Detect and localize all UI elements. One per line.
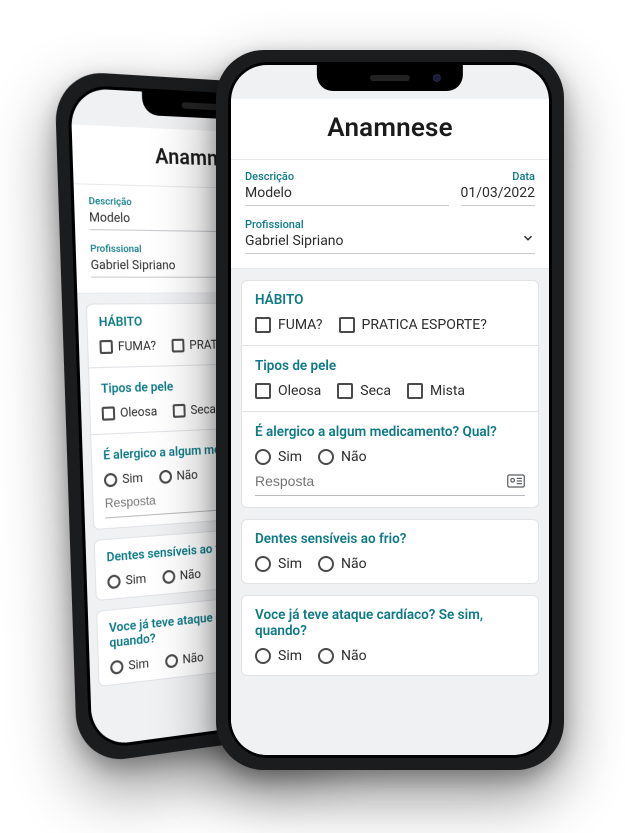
group-title-tipos-pele: Tipos de pele [255,358,525,374]
checkbox-label: FUMA? [118,338,157,354]
radio-label: Não [341,648,367,664]
radio-cardio-sim[interactable]: Sim [110,656,149,675]
group-title-cardio: Voce já teve ataque cardíaco? Se sim, qu… [255,607,525,639]
radio-label: Não [182,650,204,667]
header-fields: Descrição Modelo Data 01/03/2022 Profiss… [231,160,549,269]
radio-dentes-nao[interactable]: Não [162,566,201,584]
chevron-down-icon[interactable] [521,231,535,245]
data-label: Data [461,170,536,183]
checkbox-icon [99,339,113,353]
radio-cardio-nao[interactable]: Não [165,650,204,669]
checkbox-fuma[interactable]: FUMA? [255,317,323,333]
app-screen: Anamnese Descrição Modelo Data 01/03/202… [231,65,549,755]
card-cardio: Voce já teve ataque cardíaco? Se sim, qu… [241,595,539,676]
radio-icon [255,556,271,572]
group-title-dentes: Dentes sensíveis ao frio? [255,531,525,547]
checkbox-label: Oleosa [278,383,321,399]
group-title-habito: HÁBITO [255,292,525,308]
profissional-label: Profissional [245,218,535,231]
radio-alergia-sim[interactable]: Sim [104,470,143,487]
checkbox-oleosa[interactable]: Oleosa [255,383,321,399]
radio-icon [107,574,121,589]
radio-label: Sim [278,449,302,465]
device-notch [317,65,463,91]
checkbox-icon [173,403,186,417]
checkbox-seca[interactable]: Seca [173,402,216,418]
radio-label: Não [176,467,198,483]
checkbox-label: Oleosa [120,404,158,420]
radio-label: Sim [125,571,146,588]
radio-alergia-nao[interactable]: Não [159,467,198,484]
card-dentes: Dentes sensíveis ao frio? Sim Não [241,519,539,584]
radio-icon [318,556,334,572]
checkbox-icon [339,317,355,333]
radio-icon [159,469,172,483]
checkbox-icon [255,317,271,333]
radio-label: Não [341,449,367,465]
radio-icon [110,659,124,674]
radio-label: Sim [128,656,149,673]
divider [242,411,538,412]
radio-cardio-nao[interactable]: Não [318,648,367,664]
descricao-value[interactable]: Modelo [245,185,449,201]
radio-icon [165,653,178,668]
radio-label: Sim [122,470,143,486]
radio-label: Sim [278,556,302,572]
data-value[interactable]: 01/03/2022 [461,185,536,201]
radio-icon [162,569,175,584]
resposta-input[interactable] [255,473,507,489]
radio-cardio-sim[interactable]: Sim [255,648,302,664]
radio-label: Sim [278,648,302,664]
descricao-label: Descrição [245,170,449,183]
radio-icon [255,648,271,664]
checkbox-pratica-esporte[interactable]: PRATICA ESPORTE? [339,317,487,333]
radio-icon [318,449,334,465]
checkbox-icon [337,383,353,399]
page-title: Anamnese [231,113,549,143]
radio-icon [318,648,334,664]
radio-icon [255,449,271,465]
checkbox-mista[interactable]: Mista [407,383,465,399]
checkbox-label: Seca [360,383,391,399]
radio-dentes-sim[interactable]: Sim [255,556,302,572]
checkbox-label: FUMA? [278,317,323,333]
checkbox-icon [255,383,271,399]
radio-alergia-nao[interactable]: Não [318,449,367,465]
card-habito: HÁBITO FUMA? PRATICA ESPORTE? Tipos de p… [241,280,539,508]
phone-mockup-front: Anamnese Descrição Modelo Data 01/03/202… [216,50,564,770]
radio-icon [104,472,118,487]
radio-label: Não [179,566,201,582]
group-title-alergia: É alergico a algum medicamento? Qual? [255,424,525,440]
app-header: Anamnese [231,99,549,160]
checkbox-icon [172,338,185,352]
profissional-value[interactable]: Gabriel Sipriano [245,233,535,249]
checkbox-label: PRATICA ESPORTE? [362,317,487,333]
checkbox-icon [102,406,116,420]
checkbox-icon [407,383,423,399]
radio-dentes-sim[interactable]: Sim [107,571,146,589]
radio-alergia-sim[interactable]: Sim [255,449,302,465]
checkbox-label: Seca [190,402,216,418]
card-id-icon [507,474,525,488]
radio-dentes-nao[interactable]: Não [318,556,367,572]
checkbox-seca[interactable]: Seca [337,383,391,399]
radio-label: Não [341,556,367,572]
checkbox-label: Mista [430,383,465,399]
divider [242,345,538,346]
checkbox-oleosa[interactable]: Oleosa [102,404,158,421]
checkbox-fuma[interactable]: FUMA? [99,338,156,354]
